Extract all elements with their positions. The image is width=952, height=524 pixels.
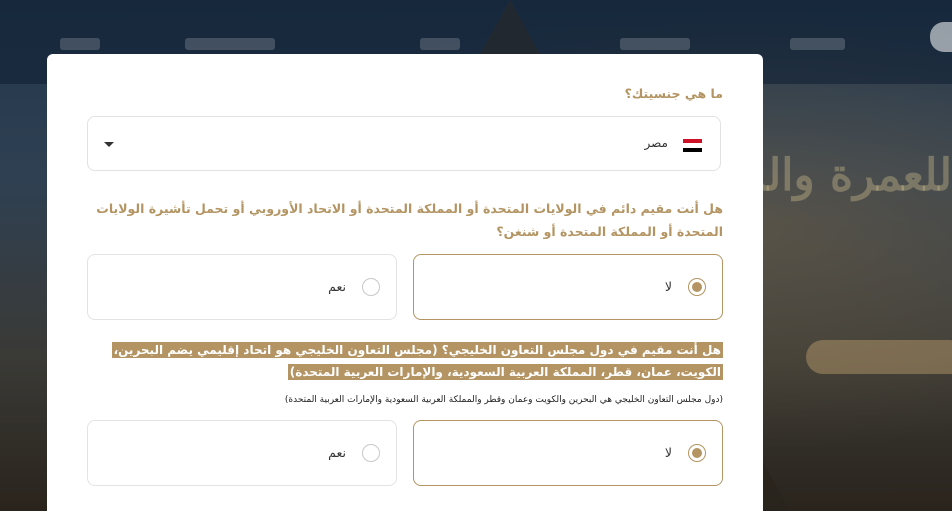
- nav-item[interactable]: [790, 38, 845, 50]
- option-label: نعم: [328, 445, 346, 460]
- gcc-option-no[interactable]: لا: [413, 420, 723, 486]
- residency-question: هل أنت مقيم دائم في الولايات المتحدة أو …: [96, 201, 723, 239]
- nationality-selected-value: مصر: [644, 136, 668, 150]
- residency-option-yes[interactable]: نعم: [87, 254, 397, 320]
- visa-eligibility-modal: ما هي جنسيتك؟ مصر هل أنت مقيم دائم في ال…: [47, 54, 763, 524]
- nationality-select[interactable]: مصر: [87, 116, 721, 171]
- radio-unchecked-icon[interactable]: [362, 444, 380, 462]
- option-label: نعم: [328, 279, 346, 294]
- nav-avatar-icon[interactable]: [930, 22, 952, 52]
- gcc-hint: (دول مجلس التعاون الخليجي هي البحرين وال…: [284, 395, 723, 405]
- option-label: لا: [664, 445, 672, 460]
- nav-item[interactable]: [420, 38, 460, 50]
- nationality-question: ما هي جنسيتك؟: [624, 86, 723, 101]
- caret-down-icon[interactable]: [104, 142, 114, 147]
- radio-checked-icon[interactable]: [688, 278, 706, 296]
- hero-button-blurred: [806, 340, 952, 374]
- nav-item[interactable]: [185, 38, 275, 50]
- gcc-question: هل أنت مقيم في دول مجلس التعاون الخليجي؟…: [93, 339, 723, 383]
- radio-checked-icon[interactable]: [688, 444, 706, 462]
- radio-unchecked-icon[interactable]: [362, 278, 380, 296]
- gcc-option-yes[interactable]: نعم: [87, 420, 397, 486]
- option-label: لا: [664, 279, 672, 294]
- egypt-flag-icon: [683, 139, 702, 152]
- hero-heading-blurred: للعمرة والز: [762, 150, 952, 201]
- gcc-question-text: هل أنت مقيم في دول مجلس التعاون الخليجي؟…: [111, 342, 723, 380]
- residency-option-no[interactable]: لا: [413, 254, 723, 320]
- nav-item[interactable]: [60, 38, 100, 50]
- nav-item[interactable]: [620, 38, 690, 50]
